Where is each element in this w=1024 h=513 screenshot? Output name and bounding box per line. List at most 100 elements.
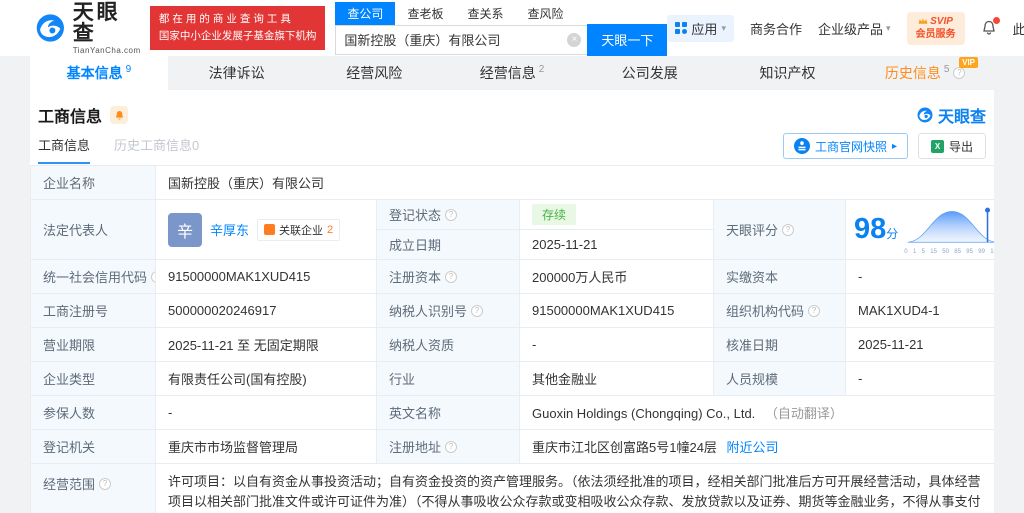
search-tab-boss[interactable]: 查老板 — [395, 2, 455, 25]
business-info-card: 工商信息 天眼查 工商信息 历史工商信息0 工商官网快照 ▸ X 导出 企业名称… — [30, 90, 994, 513]
tab-history-info[interactable]: VIP 历史信息 5 ? — [856, 56, 994, 90]
credit-code-value: 91500000MAK1XUD415 — [155, 259, 377, 294]
header-menu: 应用 ▾ 商务合作 企业级产品 ▾ SVIP 会员服务 此 — [667, 11, 1024, 45]
tianyancha-logo[interactable]: 天眼查 TianYanCha.com — [34, 2, 142, 55]
table-row: 经营范围? 许可项目：以自有资金从事投资活动；自有资金投资的资产管理服务。（依法… — [30, 463, 994, 513]
staff-size-value: - — [845, 361, 994, 396]
tab-company-development[interactable]: 公司发展 — [581, 56, 719, 90]
search-button[interactable]: 天眼一下 — [587, 23, 668, 56]
slogan-line1: 都在用的商业查询工具 — [158, 13, 294, 26]
apps-menu[interactable]: 应用 ▾ — [667, 14, 734, 42]
subtab-history-business-info[interactable]: 历史工商信息0 — [114, 135, 199, 164]
reg-authority-value: 重庆市市场监督管理局 — [155, 429, 377, 464]
help-icon[interactable]: ? — [99, 477, 112, 490]
search-tab-relation[interactable]: 查关系 — [455, 2, 515, 25]
field-label: 经营范围 — [43, 477, 96, 492]
notification-dot — [992, 17, 1000, 24]
field-label: 天眼评分 — [726, 223, 779, 238]
card-header: 工商信息 天眼查 — [30, 90, 994, 129]
establish-date-value: 2025-11-21 — [519, 229, 714, 260]
search-tab-risk[interactable]: 查风险 — [515, 2, 575, 25]
search-box: × 天眼一下 — [335, 23, 668, 56]
table-row: 参保人数 - 英文名称 Guoxin Holdings (Chongqing) … — [30, 395, 994, 430]
apps-label: 应用 — [691, 21, 718, 37]
field-label: 注册地址 — [389, 440, 442, 455]
chevron-down-icon: ▾ — [886, 22, 891, 33]
logo-eye-icon — [917, 107, 933, 123]
related-company-badge[interactable]: 关联企业 2 — [257, 218, 341, 241]
apps-grid-icon — [675, 22, 688, 34]
field-label: 营业期限 — [30, 327, 156, 362]
stamp-icon — [793, 138, 810, 154]
field-label: 工商注册号 — [30, 293, 156, 328]
help-icon[interactable]: ? — [953, 67, 966, 79]
user-menu[interactable]: 此处有... ▾ — [1013, 19, 1024, 38]
related-company-count: 2 — [327, 223, 334, 236]
field-label: 英文名称 — [376, 395, 520, 430]
field-label: 核准日期 — [713, 327, 846, 362]
help-icon[interactable]: ? — [471, 304, 484, 317]
nearby-companies-link[interactable]: 附近公司 — [727, 440, 779, 455]
field-label: 统一社会信用代码 — [43, 270, 148, 285]
field-label: 行业 — [376, 361, 520, 396]
subtab-business-info[interactable]: 工商信息 — [38, 135, 91, 164]
company-name-value: 国新控股（重庆）有限公司 — [155, 165, 994, 200]
clear-icon[interactable]: × — [567, 32, 582, 47]
table-row: 企业名称 国新控股（重庆）有限公司 — [30, 165, 994, 200]
help-icon[interactable]: ? — [808, 304, 821, 317]
field-label: 企业名称 — [30, 165, 156, 200]
tianyancha-company-page: 天眼查 TianYanCha.com 都在用的商业查询工具 国家中小企业发展子基… — [0, 0, 1024, 513]
related-company-icon — [264, 224, 276, 235]
username: 此处有... — [1012, 21, 1024, 37]
search-tab-company[interactable]: 查公司 — [335, 1, 396, 25]
tab-count: 2 — [538, 63, 545, 75]
business-scope-value: 许可项目：以自有资金从事投资活动；自有资金投资的资产管理服务。（依法须经批准的项… — [155, 463, 994, 513]
search-input[interactable] — [336, 32, 568, 47]
tab-legal-litigation[interactable]: 法律诉讼 — [168, 56, 306, 90]
monitor-bell-icon[interactable] — [110, 106, 129, 124]
legal-rep-link[interactable]: 辛厚东 — [210, 220, 249, 239]
official-snapshot-button[interactable]: 工商官网快照 ▸ — [782, 133, 908, 159]
tab-operation-risk[interactable]: 经营风险 — [305, 56, 443, 90]
field-label: 实缴资本 — [713, 259, 846, 294]
arrow-right-icon: ▸ — [891, 140, 897, 152]
notification-bell-icon[interactable] — [981, 17, 1000, 36]
company-type-value: 有限责任公司(国有控股) — [155, 361, 377, 396]
field-label: 纳税人识别号 — [389, 304, 468, 319]
menu-cooperation[interactable]: 商务合作 — [750, 19, 802, 38]
watermark-logo: 天眼查 — [916, 103, 986, 127]
reg-address-value: 重庆市江北区创富路5号1幢24层 — [532, 440, 717, 455]
field-label: 参保人数 — [30, 395, 156, 430]
insured-count-value: - — [155, 395, 377, 430]
help-icon[interactable]: ? — [151, 270, 155, 283]
field-label: 人员规模 — [713, 361, 846, 396]
english-name-value: Guoxin Holdings (Chongqing) Co., Ltd. — [532, 406, 756, 421]
table-row: 企业类型 有限责任公司(国有控股) 行业 其他金融业 人员规模 - — [30, 361, 994, 396]
help-icon[interactable]: ? — [445, 208, 458, 221]
tab-intellectual-property[interactable]: 知识产权 — [719, 56, 857, 90]
vip-tag: VIP — [959, 57, 979, 68]
reg-number-value: 500000020246917 — [155, 293, 377, 328]
help-icon[interactable]: ? — [445, 270, 458, 283]
excel-icon: X — [930, 139, 944, 153]
legal-rep-avatar[interactable]: 辛 — [168, 212, 202, 247]
field-label: 组织机构代码 — [726, 304, 805, 319]
taxpayer-id-value: 91500000MAK1XUD415 — [519, 293, 714, 328]
subtab-row: 工商信息 历史工商信息0 工商官网快照 ▸ X 导出 — [30, 129, 994, 165]
field-label: 注册资本 — [389, 270, 442, 285]
menu-enterprise-products[interactable]: 企业级产品 ▾ — [818, 19, 891, 38]
export-button[interactable]: X 导出 — [917, 133, 986, 159]
help-icon[interactable]: ? — [445, 440, 458, 453]
logo-title: 天眼查 — [72, 0, 121, 45]
svip-member-badge[interactable]: SVIP 会员服务 — [906, 11, 965, 45]
business-info-table: 企业名称 国新控股（重庆）有限公司 法定代表人 辛 辛厚东 关联企业 2 登记状… — [30, 165, 994, 513]
tab-operation-info[interactable]: 经营信息 2 — [443, 56, 581, 90]
svip-label: SVIP — [930, 15, 953, 27]
field-label: 企业类型 — [30, 361, 156, 396]
help-icon[interactable]: ? — [782, 223, 795, 236]
auto-translate-note: （自动翻译） — [764, 406, 843, 421]
table-row: 登记机关 重庆市市场监督管理局 注册地址? 重庆市江北区创富路5号1幢24层 附… — [30, 429, 994, 464]
tab-basic-info[interactable]: 基本信息 9 — [30, 56, 168, 90]
slogan-line2: 国家中小企业发展子基金旗下机构 — [158, 30, 317, 42]
field-label: 登记机关 — [30, 429, 156, 464]
